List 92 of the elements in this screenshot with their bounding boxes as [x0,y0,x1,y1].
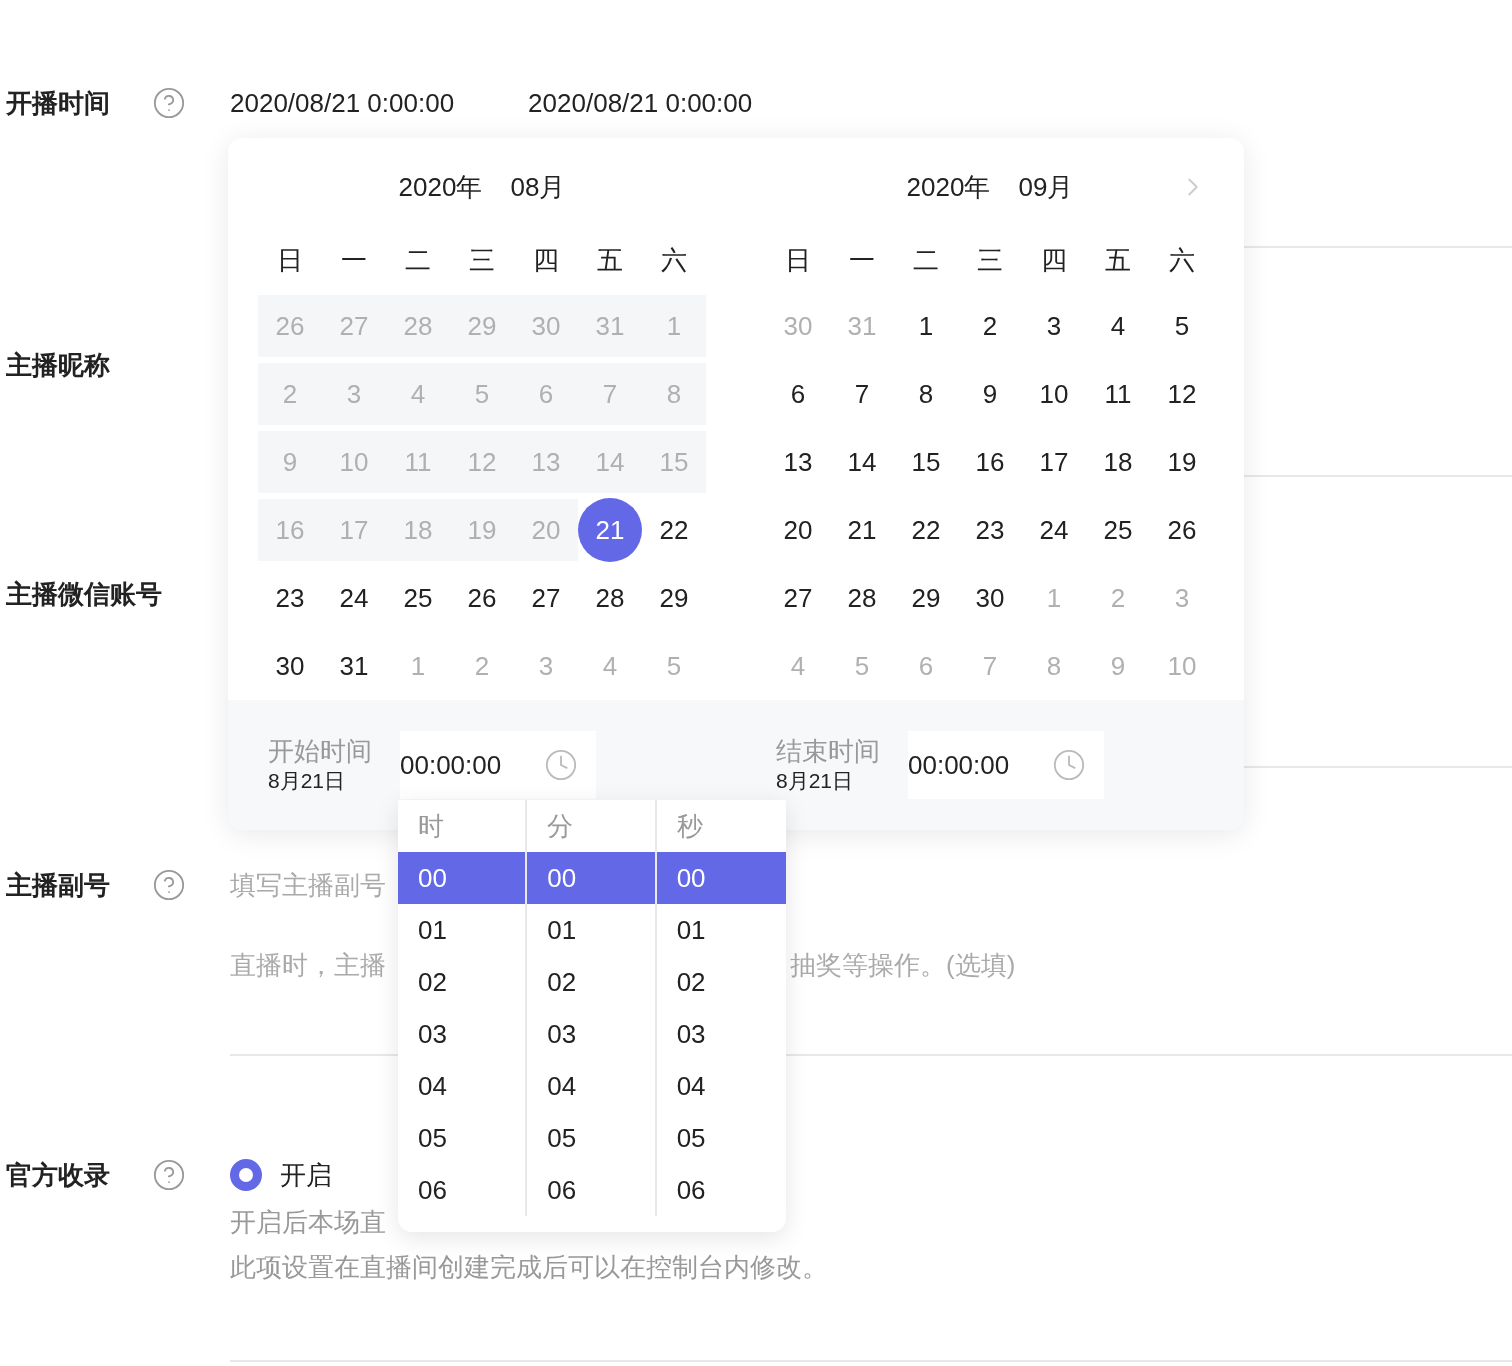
weekday-label: 二 [912,244,940,277]
weekday-label: 一 [848,244,876,277]
calendar-day[interactable]: 25 [1086,499,1150,561]
calendar-day[interactable]: 13 [766,431,830,493]
time-input[interactable]: 00:00:00 [908,731,1104,799]
calendar-day[interactable]: 27 [514,567,578,629]
time-label: 开始时间 [268,735,373,767]
calendar-day[interactable]: 23 [258,567,322,629]
calendar-day[interactable]: 29 [894,567,958,629]
calendar-day[interactable]: 29 [642,567,706,629]
weekday-label: 三 [976,244,1004,277]
field-label: 开播时间 [6,87,111,120]
weekday-label: 六 [660,244,688,277]
weekday-label: 六 [1168,244,1196,277]
weekday-label: 三 [468,244,496,277]
time-label: 结束时间 [776,735,881,767]
radio-label[interactable]: 开启 [280,1157,332,1193]
calendar-day[interactable]: 26 [450,567,514,629]
calendar-day[interactable]: 27 [766,567,830,629]
month-label[interactable]: 08月 [510,168,566,238]
description-text: 此项设置在直播间创建完成后可以在控制台内修改。 [230,1251,829,1284]
weekday-label: 四 [532,244,560,277]
time-date: 8月21日 [268,768,347,794]
hint-text: 抽奖等操作。(选填) [790,950,1016,980]
calendar-day[interactable]: 8 [894,363,958,425]
help-icon[interactable] [152,868,186,902]
calendar-day[interactable]: 28 [830,567,894,629]
time-value: 00:00:00 [908,749,1010,781]
calendar-day[interactable]: 11 [1086,363,1150,425]
clock-icon [544,748,578,782]
column-header: 秒 [675,810,704,843]
calendar-day[interactable]: 6 [766,363,830,425]
weekday-label: 四 [1040,244,1068,277]
calendar-day[interactable]: 18 [1086,431,1150,493]
calendar-day[interactable]: 2 [958,295,1022,357]
weekday-label: 五 [1104,244,1132,277]
weekday-label: 日 [784,244,812,277]
calendar-day[interactable]: 24 [322,567,386,629]
calendar-day[interactable]: 9 [958,363,1022,425]
calendar-day[interactable]: 17 [1022,431,1086,493]
weekday-label: 日 [276,244,304,277]
year-label[interactable]: 2020年 [906,168,991,238]
help-icon[interactable] [152,1158,186,1192]
weekday-label: 一 [340,244,368,277]
radio-button[interactable] [230,1159,262,1191]
calendar-day[interactable]: 5 [1150,295,1214,357]
calendar-day[interactable]: 21 [578,498,642,562]
calendar-day[interactable]: 7 [830,363,894,425]
calendar-day[interactable]: 10 [1022,363,1086,425]
calendar-day[interactable]: 24 [1022,499,1086,561]
calendar-day[interactable]: 4 [1086,295,1150,357]
calendar-day[interactable]: 3 [1022,295,1086,357]
field-label: 主播副号 [6,869,111,902]
calendar-day[interactable]: 30 [258,635,322,697]
calendar-day[interactable]: 1 [894,295,958,357]
time-input[interactable]: 00:00:00 [400,731,596,799]
field-label: 官方收录 [6,1159,111,1192]
hint-text: 直播时，主播 [230,950,386,980]
calendar-day[interactable]: 28 [578,567,642,629]
input-field[interactable]: 填写主播副号 [230,868,398,902]
calendar-day[interactable]: 16 [958,431,1022,493]
time-value: 00:00:00 [400,749,502,781]
end-date-text[interactable]: 2020/08/21 0:00:00 [528,88,753,118]
calendar-day[interactable]: 31 [322,635,386,697]
help-icon[interactable] [152,86,186,120]
clock-icon [1052,748,1086,782]
calendar-day[interactable]: 22 [642,499,706,561]
column-header: 分 [546,810,575,843]
field-label: 主播昵称 [6,349,111,382]
month-label[interactable]: 09月 [1018,168,1074,238]
time-option[interactable]: 00 [527,852,655,904]
calendar-day[interactable]: 19 [1150,431,1214,493]
calendar-day[interactable]: 14 [830,431,894,493]
column-header: 时 [417,810,445,843]
field-label: 主播微信账号 [6,578,162,611]
calendar-day[interactable]: 23 [958,499,1022,561]
calendar-day[interactable]: 30 [958,567,1022,629]
calendar-day[interactable]: 25 [386,567,450,629]
calendar-day[interactable]: 26 [1150,499,1214,561]
weekday-label: 五 [596,244,624,277]
time-date: 8月21日 [776,768,855,794]
calendar-day[interactable]: 22 [894,499,958,561]
calendar-day[interactable]: 15 [894,431,958,493]
calendar-day[interactable]: 20 [766,499,830,561]
weekday-label: 二 [404,244,432,277]
calendar-day[interactable]: 21 [830,499,894,561]
time-option[interactable]: 00 [656,852,786,904]
description-text: 开启后本场直 [230,1206,387,1239]
calendar-day[interactable]: 12 [1150,363,1214,425]
time-option[interactable]: 00 [398,852,526,904]
year-label[interactable]: 2020年 [398,168,483,238]
start-date-text[interactable]: 2020/08/21 0:00:00 [230,88,455,118]
